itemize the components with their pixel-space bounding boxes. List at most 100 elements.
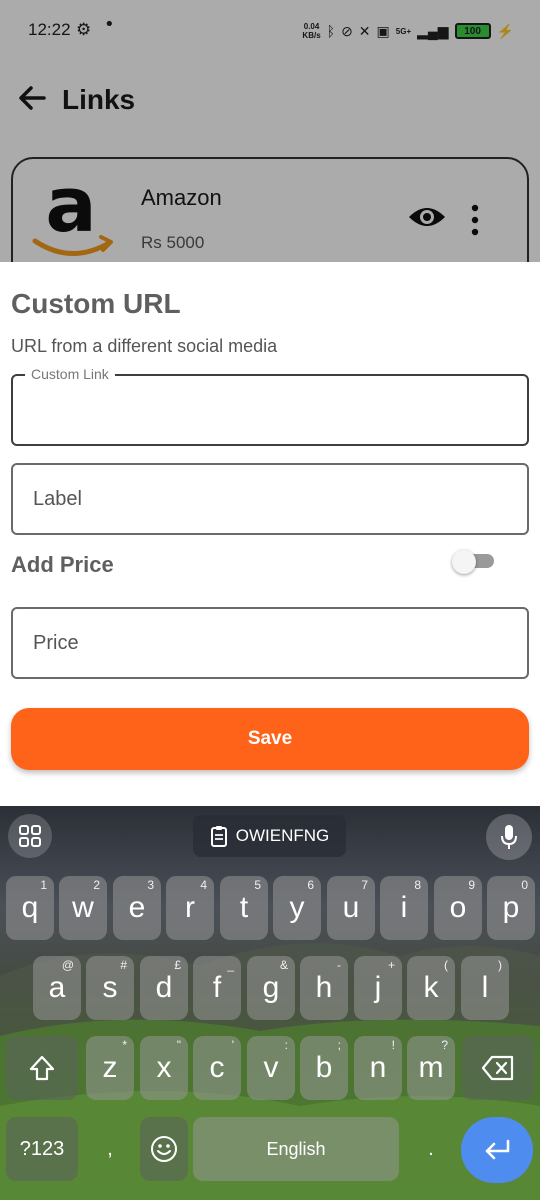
key-o-hint: 9 (468, 878, 475, 892)
key-o[interactable]: o9 (434, 876, 482, 940)
key-v[interactable]: v: (247, 1036, 295, 1100)
key-e[interactable]: e3 (113, 876, 161, 940)
sheet-subtitle: URL from a different social media (11, 336, 278, 356)
custom-link-field[interactable]: Custom Link (11, 366, 529, 446)
key-e-hint: 3 (147, 878, 154, 892)
add-price-label: Add Price (11, 552, 114, 577)
key-j-hint: + (387, 958, 395, 972)
emoji-key[interactable] (140, 1117, 188, 1181)
key-i[interactable]: i8 (380, 876, 428, 940)
key-k-label: k (423, 971, 439, 1004)
key-s[interactable]: s # (86, 956, 134, 1020)
clipboard-suggestion[interactable]: OWIENFNG (193, 815, 346, 857)
key-b-hint: ; (337, 1038, 341, 1052)
key-l[interactable]: l) (461, 956, 509, 1020)
key-y-label: y (289, 891, 305, 924)
key-k[interactable]: k( (407, 956, 455, 1020)
key-b[interactable]: b; (300, 1036, 348, 1100)
key-c[interactable]: c ' (193, 1036, 241, 1100)
key-o-label: o (449, 891, 467, 924)
key-c-label: c (209, 1051, 225, 1084)
key-q[interactable]: q1 (6, 876, 54, 940)
custom-url-sheet: Custom URL URL from a different social m… (0, 262, 540, 806)
key-c-hint: ' (231, 1038, 234, 1052)
key-w-label: w (72, 891, 94, 924)
key-l-hint: ) (498, 958, 502, 972)
price-input[interactable] (33, 609, 509, 677)
key-y-hint: 6 (307, 878, 314, 892)
custom-link-input[interactable] (33, 376, 509, 444)
shift-icon (29, 1055, 55, 1081)
key-u[interactable]: u7 (327, 876, 375, 940)
key-w-hint: 2 (93, 878, 100, 892)
key-v-label: v (263, 1051, 279, 1084)
label-field[interactable] (11, 463, 529, 535)
key-a-label: a (48, 971, 66, 1004)
space-key-label: English (266, 1138, 326, 1159)
key-t[interactable]: t5 (220, 876, 268, 940)
key-x-hint: " (176, 1038, 181, 1052)
key-r[interactable]: r4 (166, 876, 214, 940)
key-w[interactable]: w2 (59, 876, 107, 940)
backspace-icon (481, 1055, 514, 1081)
key-f[interactable]: f _ (193, 956, 241, 1020)
modal-scrim[interactable] (0, 0, 540, 262)
key-f-label: f (212, 971, 222, 1004)
comma-key[interactable]: , (86, 1117, 134, 1181)
apps-grid-icon[interactable] (8, 814, 52, 858)
keyboard-toolbar: OWIENFNG (0, 806, 540, 864)
emoji-icon (151, 1136, 177, 1162)
key-v-hint: : (284, 1038, 288, 1052)
key-m-label: m (418, 1051, 444, 1084)
soft-keyboard: OWIENFNG q1 w2 e3 r4 t5 y6 u7 i8 o9 p0 a… (0, 806, 540, 1200)
key-a[interactable]: a @ (33, 956, 81, 1020)
key-g[interactable]: g & (247, 956, 295, 1020)
key-n[interactable]: n! (354, 1036, 402, 1100)
key-p-label: p (502, 891, 520, 924)
key-h[interactable]: h- (300, 956, 348, 1020)
shift-key[interactable] (6, 1036, 78, 1100)
key-y[interactable]: y6 (273, 876, 321, 940)
key-p[interactable]: p0 (487, 876, 535, 940)
key-r-hint: 4 (200, 878, 207, 892)
key-m[interactable]: m? (407, 1036, 455, 1100)
save-button[interactable]: Save (11, 708, 529, 770)
key-x[interactable]: x " (140, 1036, 188, 1100)
clipboard-icon (210, 826, 227, 847)
enter-key[interactable] (461, 1117, 533, 1183)
key-q-hint: 1 (40, 878, 47, 892)
key-h-label: h (315, 971, 333, 1004)
key-x-label: x (156, 1051, 172, 1084)
key-h-hint: - (337, 958, 341, 972)
key-n-hint: ! (391, 1038, 395, 1052)
key-p-hint: 0 (521, 878, 528, 892)
toggle-thumb (452, 550, 476, 574)
key-b-label: b (315, 1051, 333, 1084)
key-r-label: r (185, 891, 195, 924)
key-d-label: d (155, 971, 173, 1004)
key-n-label: n (369, 1051, 387, 1084)
key-g-hint: & (279, 958, 288, 972)
key-z[interactable]: z * (86, 1036, 134, 1100)
space-key[interactable]: English (193, 1117, 399, 1181)
key-z-label: z (102, 1051, 118, 1084)
key-j[interactable]: j + (354, 956, 402, 1020)
add-price-toggle[interactable] (452, 550, 494, 574)
symbols-key[interactable]: ?123 (6, 1117, 78, 1181)
key-d[interactable]: d £ (140, 956, 188, 1020)
comma-key-label: , (107, 1137, 113, 1160)
key-s-hint: # (120, 958, 127, 972)
enter-icon (485, 1139, 510, 1160)
clipboard-text: OWIENFNG (235, 826, 330, 845)
key-l-label: l (481, 971, 489, 1004)
key-i-label: i (400, 891, 408, 924)
key-g-label: g (262, 971, 280, 1004)
microphone-icon[interactable] (486, 814, 532, 860)
key-f-hint: _ (227, 958, 234, 972)
key-t-hint: 5 (254, 878, 261, 892)
key-i-hint: 8 (414, 878, 421, 892)
period-key[interactable]: . (407, 1117, 455, 1181)
backspace-key[interactable] (462, 1036, 534, 1100)
price-field[interactable] (11, 607, 529, 679)
label-input[interactable] (33, 465, 509, 533)
